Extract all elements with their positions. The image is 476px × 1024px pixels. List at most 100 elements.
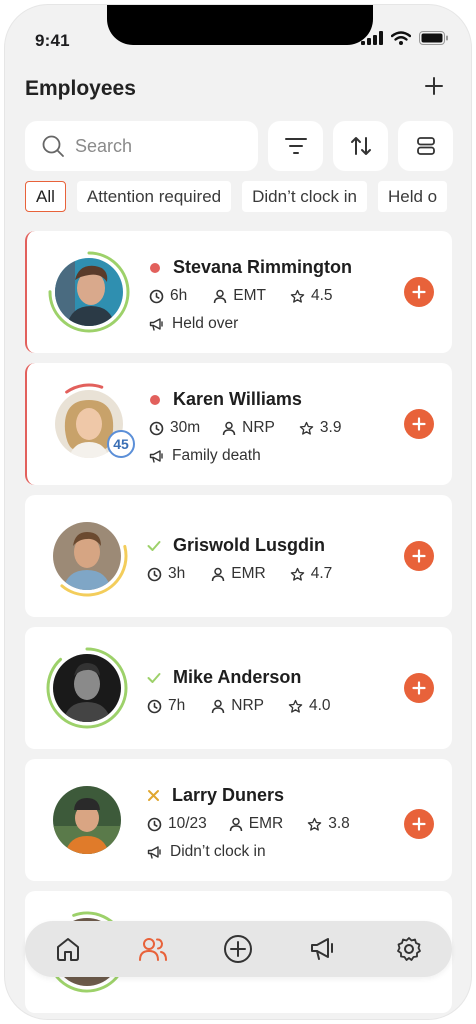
- employee-name: Stevana Rimmington: [173, 257, 353, 277]
- role-value: EMT: [233, 287, 266, 304]
- chip-held-over[interactable]: Held o: [377, 181, 448, 212]
- note-row: Didn’t clock in: [147, 843, 266, 861]
- avatar: [53, 786, 121, 854]
- clock-icon: [147, 817, 162, 831]
- employee-card[interactable]: Mike Anderson 7h NRP 4.0: [25, 627, 452, 749]
- plus-icon: [412, 681, 426, 695]
- cross-icon: [148, 790, 159, 801]
- card-add-button[interactable]: [404, 809, 434, 839]
- meta-row: 7h NRP 4.0: [147, 697, 331, 715]
- avatar: [55, 258, 123, 326]
- rating-meta: 4.5: [290, 287, 333, 305]
- check-icon: [147, 540, 161, 551]
- time-value: 7h: [168, 697, 186, 714]
- nav-settings[interactable]: [385, 925, 433, 973]
- nav-employees[interactable]: [129, 925, 177, 973]
- employee-name: Mike Anderson: [173, 667, 302, 687]
- role-meta: EMT: [213, 287, 266, 305]
- note-text: Family death: [172, 447, 261, 464]
- gear-icon: [397, 937, 422, 961]
- star-icon: [290, 567, 304, 581]
- clock-icon: [149, 421, 164, 435]
- bottom-nav: [25, 921, 452, 977]
- role-meta: NRP: [222, 419, 275, 437]
- person-icon: [222, 421, 236, 435]
- check-icon: [147, 672, 161, 683]
- clock-icon: [147, 699, 162, 713]
- clock-icon: [147, 567, 162, 581]
- employee-card[interactable]: Griswold Lusgdin 3h EMR 4.7: [25, 495, 452, 617]
- chip-all[interactable]: All: [25, 181, 66, 212]
- name-row: Stevana Rimmington: [149, 257, 352, 278]
- search-box[interactable]: [25, 121, 258, 171]
- employee-card[interactable]: Stevana Rimmington 6h EMT 4.5 Held over: [25, 231, 452, 353]
- rating-value: 3.8: [328, 815, 350, 832]
- time-value: 6h: [170, 287, 188, 304]
- employee-card[interactable]: Larry Duners 10/23 EMR 3.8 Didn’t clock …: [25, 759, 452, 881]
- time-value: 3h: [168, 565, 186, 582]
- add-employee-button[interactable]: [419, 71, 449, 101]
- plus-icon: [412, 817, 426, 831]
- star-icon: [288, 699, 303, 713]
- sort-button[interactable]: [333, 121, 388, 171]
- megaphone-icon: [149, 317, 163, 331]
- time-meta: 3h: [147, 565, 185, 583]
- employee-card[interactable]: 45 Karen Williams 30m NRP 3.9 Family dea…: [25, 363, 452, 485]
- filter-button[interactable]: [268, 121, 323, 171]
- avatar-progress: [45, 514, 129, 598]
- avatar-progress: [47, 250, 131, 334]
- avatar-progress: 45: [47, 382, 135, 466]
- employee-name: Larry Duners: [172, 785, 285, 805]
- card-add-button[interactable]: [404, 541, 434, 571]
- phone-frame: 9:41 Employees All Attention required Di…: [4, 4, 472, 1020]
- nav-home[interactable]: [44, 925, 92, 973]
- battery-icon: [419, 31, 448, 45]
- search-input[interactable]: [75, 135, 245, 157]
- avatar-progress: [45, 778, 129, 862]
- nav-add[interactable]: [214, 925, 262, 973]
- role-meta: EMR: [229, 815, 283, 833]
- note-text: Didn’t clock in: [170, 843, 266, 860]
- star-icon: [290, 289, 305, 303]
- status-icons: [361, 31, 449, 45]
- person-icon: [214, 289, 227, 303]
- star-icon: [299, 421, 314, 435]
- person-icon: [212, 699, 225, 713]
- card-add-button[interactable]: [404, 277, 434, 307]
- rating-value: 4.0: [308, 697, 331, 714]
- time-meta: 6h: [149, 287, 187, 305]
- card-add-button[interactable]: [404, 673, 434, 703]
- chip-attention-required[interactable]: Attention required: [76, 181, 232, 212]
- plus-icon: [412, 549, 426, 563]
- users-icon: [139, 938, 168, 961]
- role-meta: EMR: [211, 565, 266, 583]
- employee-name: Karen Williams: [173, 389, 302, 409]
- note-text: Held over: [172, 315, 239, 332]
- meta-row: 6h EMT 4.5: [149, 287, 333, 305]
- plus-icon: [412, 285, 426, 299]
- note-row: Held over: [149, 315, 238, 333]
- layout-rows-icon: [416, 137, 435, 155]
- rating-meta: 4.7: [290, 565, 332, 583]
- alert-dot-icon: [150, 262, 160, 273]
- notch: [107, 5, 373, 45]
- rating-value: 3.9: [319, 419, 342, 436]
- home-icon: [56, 938, 79, 961]
- rating-meta: 3.8: [307, 815, 350, 833]
- time-value: 30m: [170, 419, 201, 436]
- clock-icon: [149, 289, 164, 303]
- megaphone-icon: [310, 938, 333, 960]
- view-toggle-button[interactable]: [398, 121, 453, 171]
- nav-announcements[interactable]: [300, 925, 348, 973]
- megaphone-icon: [149, 449, 163, 463]
- plus-circle-icon: [224, 935, 253, 963]
- role-meta: NRP: [211, 697, 264, 715]
- rating-meta: 4.0: [288, 697, 331, 715]
- plus-icon: [425, 77, 443, 95]
- chip-didnt-clock-in[interactable]: Didn’t clock in: [242, 181, 367, 212]
- name-row: Karen Williams: [149, 389, 302, 410]
- card-add-button[interactable]: [404, 409, 434, 439]
- employee-name: Griswold Lusgdin: [173, 535, 325, 555]
- person-icon: [229, 817, 243, 831]
- time-meta: 7h: [147, 697, 185, 715]
